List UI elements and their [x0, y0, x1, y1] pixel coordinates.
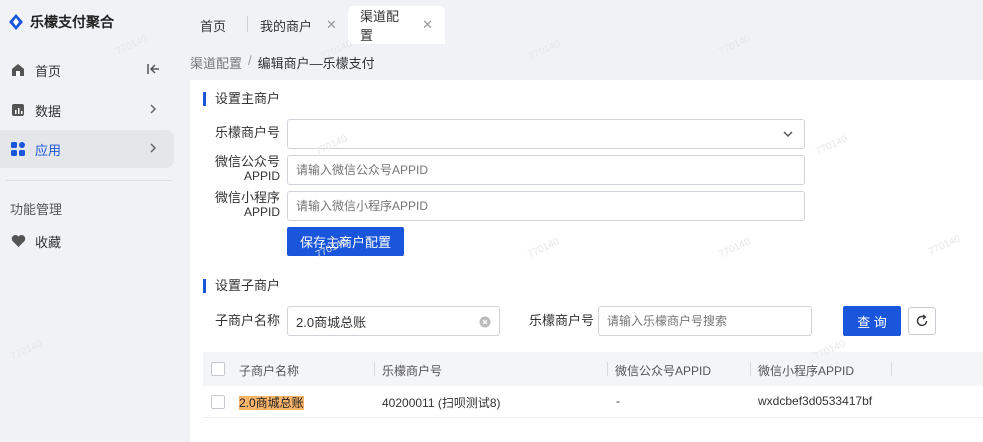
cell-sub-merchant-name: 2.0商城总账 — [239, 394, 304, 411]
column-divider — [750, 362, 751, 376]
sidebar-group-title: 功能管理 — [10, 202, 63, 217]
breadcrumb-parent[interactable]: 渠道配置 — [190, 53, 242, 72]
sidebar-divider — [6, 180, 172, 181]
apps-grid-icon — [10, 141, 26, 157]
table-header: 子商户名称 乐檬商户号 微信公众号APPID 微信小程序APPID — [203, 352, 983, 386]
sidebar-item-label: 应用 — [35, 142, 62, 158]
heart-icon — [10, 233, 26, 249]
sub-merchant-name-value: 2.0商城总账 — [296, 314, 367, 330]
chevron-right-icon — [150, 143, 157, 153]
wx-official-appid-input[interactable] — [287, 155, 805, 185]
tab-label: 渠道配置 — [360, 9, 400, 43]
cell-wx-mini-appid: wxdcbef3d0533417bf — [758, 394, 873, 408]
wx-official-label-line2: APPID — [243, 169, 280, 183]
merchant-number-label: 乐檬商户号 — [214, 125, 280, 140]
close-icon[interactable]: ✕ — [326, 17, 337, 33]
wx-mini-label: 微信小程序 APPID — [210, 190, 280, 220]
sidebar-item-home[interactable]: 首页 — [0, 51, 174, 89]
column-header-merchant-number: 乐檬商户号 — [382, 364, 443, 378]
column-header-wx-official-appid: 微信公众号APPID — [615, 364, 712, 378]
chevron-right-icon — [150, 104, 157, 114]
chart-icon — [10, 102, 26, 118]
refresh-button[interactable] — [908, 307, 936, 335]
breadcrumb-current: 编辑商户—乐檬支付 — [257, 56, 375, 71]
main-card: 设置主商户 乐檬商户号 微信公众号 APPID 微信小程序 APPID 保存主商… — [190, 80, 983, 442]
refresh-icon — [916, 314, 928, 327]
wx-official-label: 微信公众号 APPID — [210, 154, 280, 184]
wx-official-label-line1: 微信公众号 — [214, 154, 280, 169]
column-header-wx-mini-appid: 微信小程序APPID — [758, 364, 855, 378]
sidebar: 乐檬支付聚合 首页 数据 应用 功能管理 收藏 — [0, 0, 186, 442]
chevron-down-icon — [783, 131, 793, 138]
wx-mini-label-line2: APPID — [243, 205, 280, 219]
sidebar-item-label: 首页 — [35, 63, 62, 79]
breadcrumb-separator: / — [248, 53, 252, 68]
app-title: 乐檬支付聚合 — [30, 14, 114, 30]
tab-my-merchants[interactable]: 我的商户 ✕ — [248, 6, 349, 44]
table-row[interactable]: 2.0商城总账 40200011 (扫呗测试8) - wxdcbef3d0533… — [203, 386, 983, 418]
row-checkbox[interactable] — [211, 395, 225, 409]
sub-merchant-name-input[interactable]: 2.0商城总账 — [287, 306, 500, 336]
query-button[interactable]: 查 询 — [843, 306, 901, 336]
clear-icon[interactable] — [479, 316, 491, 328]
merchant-number-select[interactable] — [287, 119, 805, 149]
sidebar-item-label: 数据 — [35, 103, 62, 119]
sub-merchant-number-label: 乐檬商户号 — [528, 313, 594, 328]
column-divider — [607, 362, 608, 376]
close-icon[interactable]: ✕ — [422, 17, 433, 33]
column-divider — [374, 362, 375, 376]
breadcrumb: 渠道配置 / 编辑商户—乐檬支付 — [190, 53, 375, 72]
wx-mini-appid-input[interactable] — [287, 191, 805, 221]
sub-merchant-number-search-input[interactable] — [598, 306, 812, 336]
section-title-main-merchant: 设置主商户 — [203, 92, 280, 106]
tab-label: 首页 — [200, 18, 227, 34]
search-highlight: 2.0商城总账 — [239, 396, 304, 410]
sidebar-item-favorites[interactable]: 收藏 — [0, 222, 174, 260]
logo-icon — [9, 14, 23, 30]
sidebar-item-label: 收藏 — [35, 234, 62, 250]
wx-mini-label-line1: 微信小程序 — [214, 190, 280, 205]
save-main-merchant-button[interactable]: 保存主商户配置 — [287, 227, 404, 256]
home-icon — [10, 62, 26, 78]
select-all-checkbox[interactable] — [211, 362, 225, 376]
tab-home[interactable]: 首页 — [188, 6, 238, 44]
column-header-sub-merchant-name: 子商户名称 — [239, 364, 300, 378]
sidebar-item-data[interactable]: 数据 — [0, 91, 174, 129]
tab-bar: 首页 我的商户 ✕ 渠道配置 ✕ — [186, 0, 983, 44]
app-logo[interactable]: 乐檬支付聚合 — [8, 10, 114, 34]
tab-channel-config[interactable]: 渠道配置 ✕ — [348, 6, 445, 44]
collapse-sidebar-icon[interactable] — [146, 62, 160, 76]
cell-wx-official-appid: - — [616, 394, 620, 408]
cell-merchant-number: 40200011 (扫呗测试8) — [382, 396, 501, 410]
sub-merchant-name-label: 子商户名称 — [214, 313, 280, 328]
section-title-sub-merchant: 设置子商户 — [203, 279, 280, 293]
tab-label: 我的商户 — [260, 18, 313, 34]
column-divider — [891, 362, 892, 376]
sidebar-item-apps[interactable]: 应用 — [0, 130, 174, 168]
